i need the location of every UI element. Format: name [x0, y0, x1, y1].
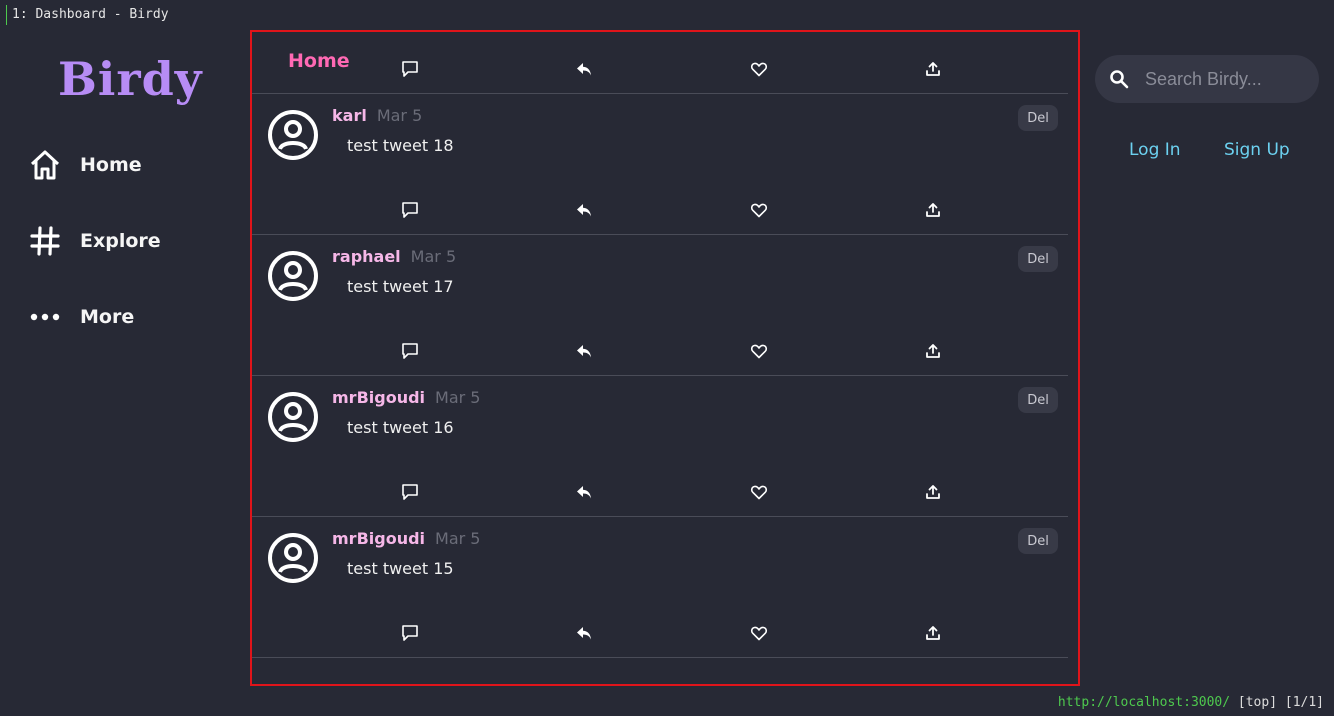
tweet-text: test tweet 17: [347, 277, 454, 296]
avatar-icon[interactable]: [267, 391, 319, 443]
tweet-card[interactable]: mrBigoudi Mar 5 Del test tweet 16: [252, 376, 1068, 517]
home-icon: [28, 148, 62, 182]
delete-button[interactable]: Del: [1018, 105, 1058, 131]
comment-icon[interactable]: [399, 199, 421, 221]
app-logo[interactable]: Birdy: [58, 52, 202, 106]
tweet-actions: [252, 58, 1068, 82]
sidebar-item-more[interactable]: More: [28, 298, 161, 336]
status-url: http://localhost:3000/: [1057, 695, 1231, 710]
tweet-actions: [252, 481, 1068, 505]
comment-icon[interactable]: [399, 622, 421, 644]
sidebar-item-label: Explore: [80, 230, 161, 252]
reply-icon[interactable]: [573, 622, 595, 644]
tweet-date: Mar 5: [435, 388, 481, 407]
comment-icon[interactable]: [399, 340, 421, 362]
tweet-actions: [252, 199, 1068, 223]
tweet-text: test tweet 16: [347, 418, 454, 437]
share-icon[interactable]: [922, 340, 944, 362]
tweet-username[interactable]: mrBigoudi: [332, 388, 425, 407]
reply-icon[interactable]: [573, 199, 595, 221]
delete-button[interactable]: Del: [1018, 387, 1058, 413]
comment-icon[interactable]: [399, 58, 421, 80]
reply-icon[interactable]: [573, 340, 595, 362]
delete-button[interactable]: Del: [1018, 528, 1058, 554]
tweet-username[interactable]: mrBigoudi: [332, 529, 425, 548]
tweet-header: raphael Mar 5: [332, 247, 456, 266]
tweet-text: test tweet 18: [347, 136, 454, 155]
share-icon[interactable]: [922, 58, 944, 80]
hash-icon: [28, 224, 62, 258]
share-icon[interactable]: [922, 481, 944, 503]
tweet-list: test tweet 19 karl Mar 5 Del test tweet 18 ra…: [252, 32, 1068, 658]
tweet-username[interactable]: raphael: [332, 247, 401, 266]
search-icon: [1109, 69, 1129, 89]
sidebar-item-explore[interactable]: Explore: [28, 222, 161, 260]
search-bar[interactable]: [1095, 55, 1319, 103]
sidebar-item-label: Home: [80, 154, 142, 176]
sidebar-item-label: More: [80, 306, 135, 328]
share-icon[interactable]: [922, 199, 944, 221]
page-title: Home: [288, 50, 350, 72]
login-link[interactable]: Log In: [1129, 140, 1181, 160]
reply-icon[interactable]: [573, 58, 595, 80]
avatar-icon[interactable]: [267, 250, 319, 302]
heart-icon[interactable]: [748, 481, 770, 503]
avatar-icon[interactable]: [267, 109, 319, 161]
tweet-header: mrBigoudi Mar 5: [332, 529, 480, 548]
tweet-header: mrBigoudi Mar 5: [332, 388, 480, 407]
heart-icon[interactable]: [748, 340, 770, 362]
tweet-feed[interactable]: Home test tweet 19karlMar 5Deltest tweet…: [250, 30, 1080, 686]
tweet-header: karl Mar 5: [332, 106, 422, 125]
tweet-text: test tweet 15: [347, 559, 454, 578]
tweet-username[interactable]: karl: [332, 106, 367, 125]
tweet-card[interactable]: test tweet 19: [252, 32, 1068, 94]
delete-button[interactable]: Del: [1018, 246, 1058, 272]
sidebar-nav: Home Explore More: [28, 146, 161, 374]
heart-icon[interactable]: [748, 199, 770, 221]
comment-icon[interactable]: [399, 481, 421, 503]
more-icon: [28, 300, 62, 334]
signup-link[interactable]: Sign Up: [1224, 140, 1290, 160]
tweet-card[interactable]: karl Mar 5 Del test tweet 18: [252, 94, 1068, 235]
search-input[interactable]: [1145, 68, 1305, 90]
window-title: 1: Dashboard - Birdy: [6, 5, 169, 25]
tweet-date: Mar 5: [435, 529, 481, 548]
heart-icon[interactable]: [748, 58, 770, 80]
tweet-actions: [252, 622, 1068, 646]
sidebar-item-home[interactable]: Home: [28, 146, 161, 184]
tweet-date: Mar 5: [376, 106, 423, 125]
status-bar: http://localhost:3000/ [top] [1/1]: [1058, 695, 1324, 710]
avatar-icon[interactable]: [267, 532, 319, 584]
share-icon[interactable]: [922, 622, 944, 644]
reply-icon[interactable]: [573, 481, 595, 503]
heart-icon[interactable]: [748, 622, 770, 644]
scroll-position: [top] [1/1]: [1237, 695, 1324, 710]
tweet-card[interactable]: mrBigoudi Mar 5 Del test tweet 15: [252, 517, 1068, 658]
tweet-actions: [252, 340, 1068, 364]
tweet-date: Mar 5: [410, 247, 457, 266]
tweet-card[interactable]: raphael Mar 5 Del test tweet 17: [252, 235, 1068, 376]
